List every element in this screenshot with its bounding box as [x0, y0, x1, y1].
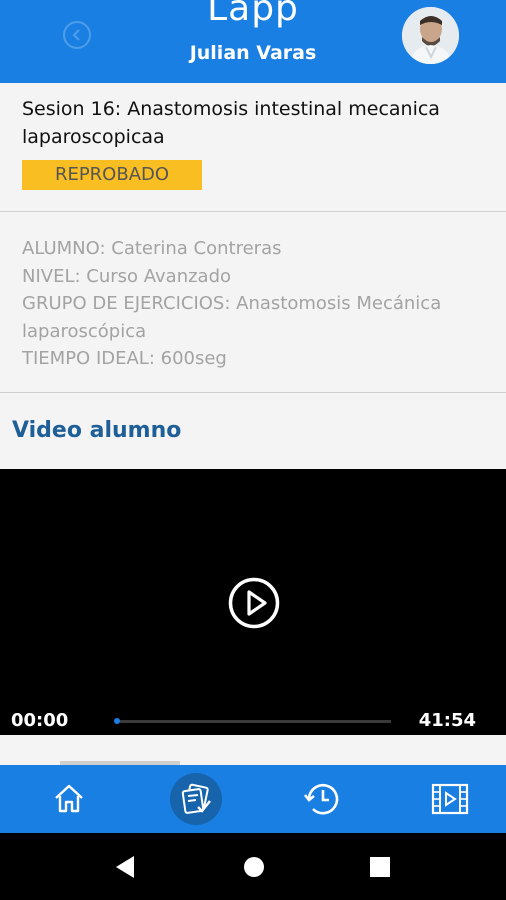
evaluations-icon [181, 783, 211, 814]
avatar[interactable] [402, 7, 459, 64]
ideal-time-label: TIEMPO IDEAL: 600seg [22, 348, 227, 369]
home-circle-icon [244, 857, 264, 877]
video-section-title: Video alumno [12, 418, 182, 443]
session-title: Sesion 16: Anastomosis intestinal mecani… [22, 98, 440, 148]
current-time: 00:00 [11, 710, 69, 731]
exercise-group-label: GRUPO DE EJERCICIOS: Anastomosis Mecánic… [22, 293, 442, 342]
user-avatar-icon [402, 7, 459, 64]
tab-evaluations[interactable] [170, 773, 222, 825]
video-section: Video alumno [0, 394, 506, 469]
play-button[interactable] [228, 577, 280, 629]
student-label: ALUMNO: Caterina Contreras [22, 238, 282, 259]
progress-bar[interactable] [115, 720, 391, 723]
level-label: NIVEL: Curso Avanzado [22, 265, 232, 287]
play-icon [228, 577, 280, 629]
back-triangle-icon [116, 856, 134, 878]
system-recents-button[interactable] [368, 855, 392, 879]
tab-home[interactable] [45, 775, 93, 823]
history-icon [303, 783, 339, 815]
video-film-icon [431, 783, 469, 815]
recents-square-icon [370, 857, 390, 877]
session-info: ALUMNO: Caterina Contreras NIVEL: Curso … [0, 213, 506, 393]
total-time: 41:54 [418, 710, 476, 731]
status-badge: REPROBADO [22, 160, 202, 190]
tab-history[interactable] [299, 775, 347, 823]
tab-videos[interactable] [426, 775, 474, 823]
system-home-button[interactable] [242, 855, 266, 879]
chevron-left-icon [72, 29, 80, 41]
system-navigation-bar [0, 833, 506, 900]
system-back-button[interactable] [113, 855, 137, 879]
session-card: Sesion 16: Anastomosis intestinal mecani… [0, 83, 506, 212]
video-player[interactable]: 00:00 41:54 [0, 469, 506, 735]
home-icon [55, 784, 83, 813]
content-below-video [0, 735, 506, 765]
progress-thumb[interactable] [114, 718, 120, 724]
bottom-tab-bar [0, 765, 506, 833]
app-header: Lapp Julian Varas [0, 0, 506, 83]
